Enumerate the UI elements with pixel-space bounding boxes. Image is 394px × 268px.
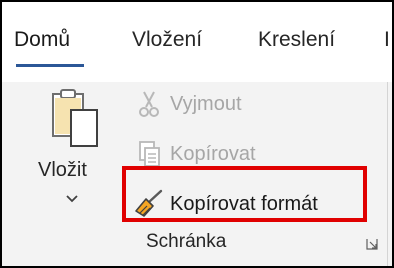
group-divider [387, 82, 388, 266]
clipboard-group: Vložit Vyjmout Kopírovat Kopírovat formá… [2, 82, 392, 266]
dialog-launcher-icon[interactable] [366, 238, 378, 250]
scissors-icon [132, 89, 166, 119]
cut-button[interactable]: Vyjmout [132, 86, 242, 122]
paste-button[interactable]: Vložit [38, 82, 116, 222]
group-label: Schránka [146, 231, 227, 252]
ribbon-window: Domů Vložení Kreslení I Vložit Vyjmout K… [0, 0, 394, 268]
ribbon-tab-bar: Domů Vložení Kreslení I [2, 2, 392, 82]
chevron-down-icon[interactable] [64, 194, 80, 204]
highlight-box [122, 166, 367, 222]
tab-next-partial[interactable]: I [384, 28, 390, 52]
tab-insert[interactable]: Vložení [132, 28, 202, 52]
paste-clipboard-icon [52, 89, 98, 147]
cut-label: Vyjmout [170, 92, 242, 115]
active-tab-indicator [16, 64, 84, 67]
copy-icon [132, 139, 166, 169]
paste-label: Vložit [38, 159, 87, 181]
tab-draw[interactable]: Kreslení [258, 28, 335, 52]
tab-home[interactable]: Domů [14, 28, 70, 52]
copy-label: Kopírovat [170, 142, 256, 165]
